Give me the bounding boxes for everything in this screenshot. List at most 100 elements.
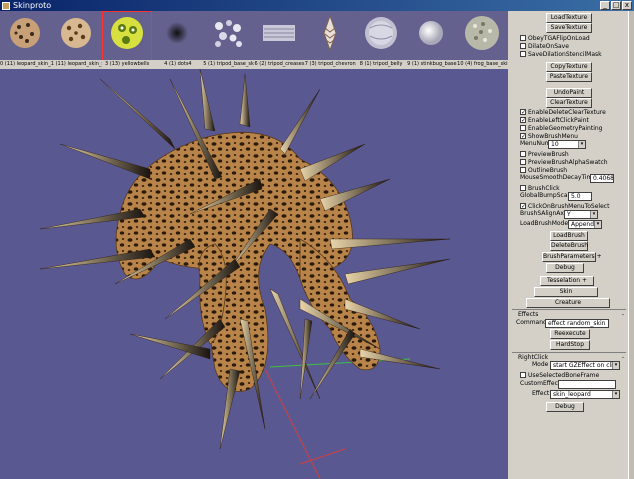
chevron-down-icon: ▾ bbox=[612, 391, 619, 398]
collapse-icon[interactable]: - bbox=[622, 310, 624, 319]
brush-item[interactable]: 5 (1) tripod_base_skin bbox=[203, 11, 255, 69]
brush-item[interactable]: 1 (11) leopard_skin_spots bbox=[50, 11, 102, 69]
custom-effect-label: CustomEffect bbox=[520, 380, 561, 387]
brush-thumbnail-icon bbox=[364, 17, 397, 49]
brush-thumbnail-icon bbox=[215, 20, 243, 47]
global-bump-label: GlobalBumpScale bbox=[520, 192, 573, 199]
preview-alpha-checkbox[interactable]: PreviewBrushAlphaSwatch bbox=[520, 158, 608, 166]
preview-brush-checkbox[interactable]: PreviewBrush bbox=[520, 150, 569, 158]
brush-label: frog_base_skin bbox=[473, 61, 508, 67]
undo-paint-button[interactable]: UndoPaint bbox=[546, 88, 592, 98]
enable-left-click-checkbox[interactable]: ✓ EnableLeftClickPaint bbox=[520, 116, 589, 124]
title-bar: Skinproto _ □ x bbox=[0, 0, 634, 11]
brush-count: 1 (11) bbox=[50, 61, 66, 67]
app-icon bbox=[2, 1, 10, 10]
save-texture-button[interactable]: SaveTexture bbox=[546, 23, 592, 33]
brush-label: tripod_belly bbox=[373, 61, 403, 67]
brush-thumbnail-icon bbox=[465, 16, 500, 50]
creature-button[interactable]: Creature bbox=[526, 298, 610, 308]
brush-item[interactable]: 7 (3) tripod_chevrons bbox=[304, 11, 356, 69]
copy-texture-button[interactable]: CopyTexture bbox=[546, 62, 592, 72]
brush-count: 10 (4) bbox=[457, 61, 473, 67]
enable-geometry-checkbox[interactable]: EnableGeometryPainting bbox=[520, 124, 602, 132]
command-field[interactable]: effect random_skin bbox=[545, 319, 609, 328]
obey-tga-checkbox[interactable]: ObeyTGAFlipOnLoad bbox=[520, 34, 590, 42]
brush-item[interactable]: 10 (4) frog_base_skin bbox=[457, 11, 508, 69]
load-brush-button[interactable]: LoadBrush bbox=[550, 231, 588, 241]
load-mode-label: LoadBrushMode bbox=[520, 220, 569, 227]
brush-label: leopard_skin_spots bbox=[67, 61, 102, 67]
brush-count: 4 (1) bbox=[164, 61, 177, 67]
brush-label: stinkbug_base bbox=[420, 61, 457, 67]
load-mode-select[interactable]: Append ▾ bbox=[568, 220, 602, 229]
brush-parameters-button[interactable]: BrushParameters + bbox=[542, 252, 602, 262]
brush-label: leopard_skin_spots bbox=[16, 61, 51, 67]
close-button[interactable]: x bbox=[622, 1, 632, 10]
mode-select[interactable]: start GZEffect on click ▾ bbox=[550, 361, 620, 370]
mouse-smooth-label: MouseSmoothDecayTime bbox=[520, 174, 597, 181]
creature-model[interactable] bbox=[0, 69, 508, 479]
clear-texture-button[interactable]: ClearTexture bbox=[546, 98, 592, 108]
brush-click-checkbox[interactable]: BrushClick bbox=[520, 184, 560, 192]
brush-thumbnail-icon bbox=[262, 25, 295, 41]
brush-menu: 0 (11) leopard_skin_spots 1 (11) leopard… bbox=[0, 11, 508, 69]
panel-scrollbar[interactable] bbox=[628, 11, 634, 479]
chevron-down-icon: ▾ bbox=[612, 362, 619, 369]
brush-label: tripod_creases bbox=[267, 61, 305, 67]
brush-item-selected[interactable]: 3 (13) yellowbells bbox=[101, 11, 153, 69]
brush-count: 8 (1) bbox=[359, 61, 372, 67]
enable-delete-checkbox[interactable]: ✓ EnableDeleteClearTexture bbox=[520, 108, 606, 116]
debug-button[interactable]: Debug bbox=[546, 402, 584, 412]
menu-num-select[interactable]: 10 ▾ bbox=[548, 140, 586, 149]
minimize-button[interactable]: _ bbox=[600, 1, 610, 10]
brush-label: dots4 bbox=[177, 61, 192, 67]
skin-button[interactable]: Skin bbox=[534, 287, 598, 297]
x-axis-line bbox=[264, 368, 321, 479]
brush-count: 6 (2) bbox=[254, 61, 267, 67]
brush-label: tripod_chevrons bbox=[318, 61, 356, 67]
reexecute-button[interactable]: Reexecute bbox=[550, 329, 590, 339]
command-label: Command bbox=[516, 319, 547, 326]
effects-section[interactable]: Effects - bbox=[512, 309, 626, 319]
mouse-smooth-field[interactable]: 0.4068 bbox=[590, 174, 614, 183]
use-selected-bone-checkbox[interactable]: UseSelectedBoneFrame bbox=[520, 371, 599, 379]
collapse-icon[interactable]: - bbox=[622, 353, 624, 362]
chevron-down-icon: ▾ bbox=[594, 221, 601, 228]
outline-brush-checkbox[interactable]: OutlineBrush bbox=[520, 166, 567, 174]
3d-viewport[interactable]: 0 (11) leopard_skin_spots 1 (11) leopard… bbox=[0, 11, 508, 479]
brush-item[interactable]: 0 (11) leopard_skin_spots bbox=[0, 11, 51, 69]
brush-thumbnail-icon bbox=[323, 14, 337, 52]
click-on-brush-checkbox[interactable]: ✓ ClickOnBrushMenuToSelect bbox=[520, 202, 609, 210]
brush-count: 9 (1) bbox=[407, 61, 420, 67]
menu-num-label: MenuNum bbox=[520, 140, 551, 147]
brush-thumbnail-icon bbox=[60, 18, 91, 48]
debug-button[interactable]: Debug bbox=[546, 263, 584, 273]
window-title: Skinproto bbox=[13, 1, 52, 10]
hardstop-button[interactable]: HardStop bbox=[550, 340, 590, 350]
mode-label: Mode bbox=[532, 361, 549, 368]
chevron-down-icon: ▾ bbox=[578, 141, 585, 148]
control-panel: LoadTexture SaveTexture ObeyTGAFlipOnLoa… bbox=[510, 11, 628, 479]
paste-texture-button[interactable]: PasteTexture bbox=[546, 72, 592, 82]
maximize-button[interactable]: □ bbox=[611, 1, 621, 10]
align-axis-label: BrushSAlignAxis bbox=[520, 210, 569, 217]
align-axis-select[interactable]: Y ▾ bbox=[564, 210, 598, 219]
custom-effect-field[interactable] bbox=[558, 380, 616, 389]
brush-label: tripod_base_skin bbox=[216, 61, 255, 67]
effect-select[interactable]: skin_leopard ▾ bbox=[550, 390, 620, 399]
brush-thumbnail-icon bbox=[419, 21, 444, 45]
dilate-on-save-checkbox[interactable]: DilateOnSave bbox=[520, 42, 569, 50]
brush-item[interactable]: 6 (2) tripod_creases bbox=[253, 11, 305, 69]
tesselation-button[interactable]: Tesselation + bbox=[540, 276, 594, 286]
brush-thumbnail-icon bbox=[10, 18, 40, 48]
delete-brush-button[interactable]: DeleteBrush bbox=[550, 241, 588, 251]
brush-count: 3 (13) bbox=[104, 61, 121, 67]
global-bump-field[interactable]: 5.0 bbox=[568, 192, 592, 201]
brush-count: 0 (11) bbox=[0, 61, 16, 67]
save-dilation-checkbox[interactable]: SaveDilationStencilMask bbox=[520, 50, 602, 58]
brush-item[interactable]: 9 (1) stinkbug_base bbox=[406, 11, 458, 69]
load-texture-button[interactable]: LoadTexture bbox=[546, 13, 592, 23]
brush-item[interactable]: 4 (1) dots4 bbox=[152, 11, 204, 69]
show-brush-menu-checkbox[interactable]: ✓ ShowBrushMenu bbox=[520, 132, 578, 140]
brush-item[interactable]: 8 (1) tripod_belly bbox=[355, 11, 407, 69]
